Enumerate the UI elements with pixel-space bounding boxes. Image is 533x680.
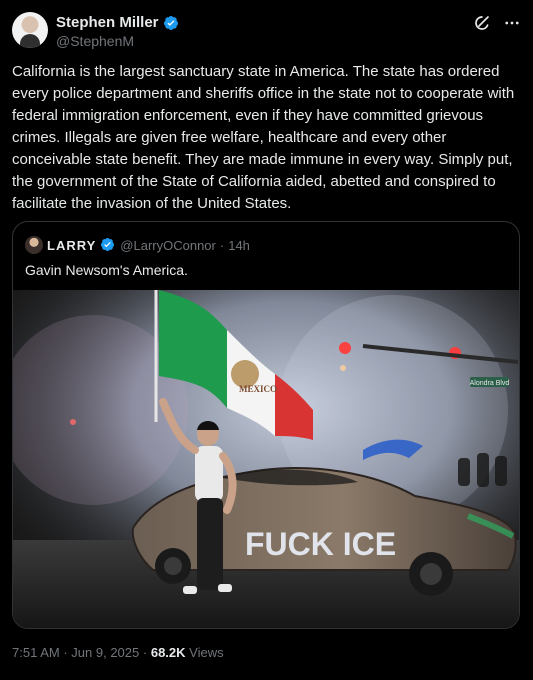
footer-separator: · xyxy=(63,645,68,660)
tweet-text: California is the largest sanctuary stat… xyxy=(12,63,515,212)
graffiti-text: FUCK ICE xyxy=(245,526,396,562)
tweet: Stephen Miller @StephenM California is t… xyxy=(0,0,533,680)
verified-badge-icon xyxy=(163,15,179,31)
quoted-media-image[interactable]: Alondra Blvd FUCK ICE MEXICO xyxy=(13,290,519,628)
tweet-time[interactable]: 7:51 AM xyxy=(12,645,60,660)
quoted-tweet-text: Gavin Newsom's America. xyxy=(25,262,188,278)
author-avatar[interactable] xyxy=(12,12,48,48)
tweet-date[interactable]: Jun 9, 2025 xyxy=(71,645,139,660)
author-handle[interactable]: @StephenM xyxy=(56,33,134,49)
quoted-separator: · xyxy=(219,237,225,253)
views-count: 68.2K xyxy=(150,645,186,660)
tweet-top-actions xyxy=(473,14,521,32)
quoted-age[interactable]: 14h xyxy=(228,238,250,253)
quoted-tweet-header: LARRY @LarryOConnor · 14h xyxy=(25,236,250,254)
footer-separator: · xyxy=(142,645,148,660)
verified-badge-icon xyxy=(100,237,116,253)
quoted-author-avatar[interactable] xyxy=(25,236,43,254)
flag-text: MEXICO xyxy=(239,384,277,394)
protest-photo: Alondra Blvd FUCK ICE MEXICO xyxy=(13,290,519,628)
author-name-row: Stephen Miller xyxy=(56,14,179,31)
author-display-name[interactable]: Stephen Miller xyxy=(56,14,159,31)
quoted-author-name[interactable]: LARRY xyxy=(47,238,96,253)
tweet-footer: 7:51 AM · Jun 9, 2025 · 68.2K Views xyxy=(12,645,224,660)
quoted-author-handle[interactable]: @LarryOConnor xyxy=(120,238,216,253)
street-sign-label: Alondra Blvd xyxy=(470,380,510,387)
more-icon[interactable] xyxy=(503,14,521,32)
tweet-header: Stephen Miller @StephenM xyxy=(12,12,521,52)
views-label: Views xyxy=(189,645,224,660)
quoted-tweet[interactable]: LARRY @LarryOConnor · 14h Gavin Newsom's… xyxy=(12,221,520,629)
grok-icon[interactable] xyxy=(473,14,491,32)
